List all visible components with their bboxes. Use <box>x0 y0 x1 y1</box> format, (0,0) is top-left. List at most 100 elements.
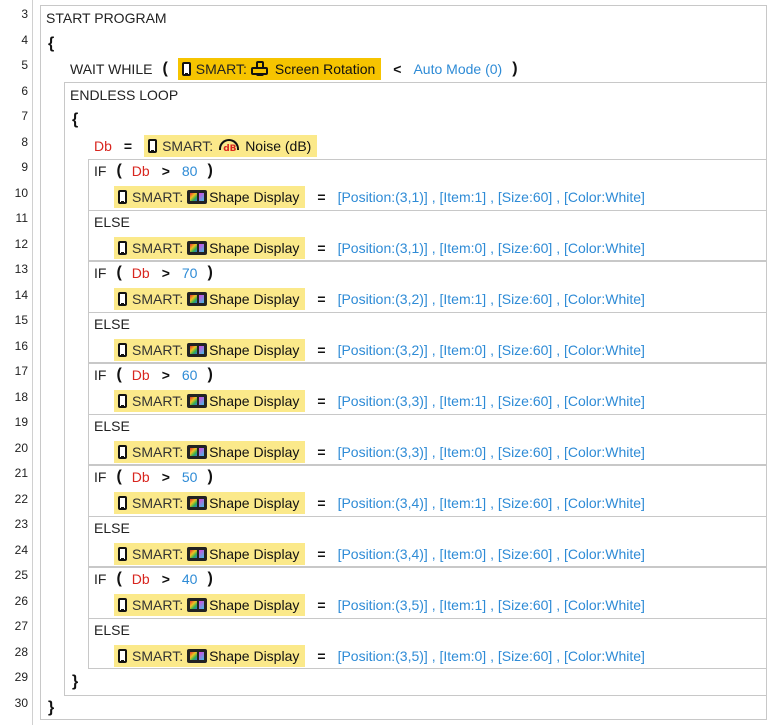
variable-db[interactable]: Db <box>132 469 150 485</box>
code-line[interactable]: SMART: Shape Display = [Position:(3,3)] , [… <box>114 439 645 465</box>
variable-db[interactable]: Db <box>132 265 150 281</box>
smart-shape-display-block[interactable]: SMART: Shape Display <box>114 287 306 310</box>
paren-close: ) <box>207 468 213 486</box>
shape-display-args[interactable]: [Position:(3,5)] , [Item:1] , [Size:60] … <box>338 597 645 613</box>
code-line[interactable]: START PROGRAM <box>46 5 167 31</box>
line-number: 24 <box>14 542 28 557</box>
loop-close-brace: } <box>72 672 79 690</box>
smart-label: SMART: <box>132 392 184 409</box>
greater-than-operator: > <box>161 265 170 282</box>
code-line[interactable]: SMART: Shape Display = [Position:(3,5)] , [… <box>114 643 645 669</box>
paren-close: ) <box>512 59 518 77</box>
smart-shape-display-block[interactable]: SMART: Shape Display <box>114 542 306 565</box>
paren-close: ) <box>207 570 213 588</box>
line-number: 13 <box>14 262 28 276</box>
screen-rotation-icon <box>250 60 269 77</box>
code-line[interactable]: SMART: Shape Display = [Position:(3,2)] , [… <box>114 337 645 363</box>
variable-db[interactable]: Db <box>132 367 150 383</box>
code-line[interactable]: SMART: Shape Display = [Position:(3,2)] , [… <box>114 286 645 312</box>
code-line[interactable]: Db = SMART: dB Noise (dB) <box>94 133 318 159</box>
function-name: Shape Display <box>209 290 300 307</box>
if-keyword: IF <box>94 265 107 282</box>
variable-db[interactable]: Db <box>132 163 150 179</box>
if-keyword: IF <box>94 469 107 486</box>
assign-operator: = <box>317 443 326 460</box>
code-line[interactable]: ELSE <box>94 618 130 644</box>
shape-display-args[interactable]: [Position:(3,3)] , [Item:1] , [Size:60] … <box>338 393 645 409</box>
shape-display-args[interactable]: [Position:(3,5)] , [Item:0] , [Size:60] … <box>338 648 645 664</box>
shape-display-args[interactable]: [Position:(3,3)] , [Item:0] , [Size:60] … <box>338 444 645 460</box>
smart-shape-display-block[interactable]: SMART: Shape Display <box>114 338 306 361</box>
line-number: 19 <box>14 415 28 429</box>
code-line[interactable]: ENDLESS LOOP <box>70 82 178 108</box>
line-number: 14 <box>14 287 28 302</box>
code-line[interactable]: SMART: Shape Display = [Position:(3,4)] , [… <box>114 490 645 516</box>
threshold-value[interactable]: 60 <box>182 367 198 383</box>
code-line[interactable]: } <box>72 669 78 695</box>
smart-screen-rotation-block[interactable]: SMART: Screen Rotation <box>177 57 382 80</box>
if-keyword: IF <box>94 367 107 384</box>
line-number: 18 <box>14 389 28 404</box>
paren-open: ( <box>116 162 122 180</box>
shape-display-args[interactable]: [Position:(3,2)] , [Item:1] , [Size:60] … <box>338 291 645 307</box>
paren-close: ) <box>207 162 213 180</box>
smart-noise-block[interactable]: SMART: dB Noise (dB) <box>144 134 318 157</box>
smart-shape-display-block[interactable]: SMART: Shape Display <box>114 236 306 259</box>
threshold-value[interactable]: 50 <box>182 469 198 485</box>
code-line[interactable]: { <box>48 31 54 57</box>
function-name: Shape Display <box>209 188 300 205</box>
function-name: Shape Display <box>209 341 300 358</box>
line-number: 6 <box>21 83 28 98</box>
assign-operator: = <box>317 188 326 205</box>
code-line[interactable]: IF (Db >80) <box>94 159 223 185</box>
shape-display-args[interactable]: [Position:(3,1)] , [Item:0] , [Size:60] … <box>338 240 645 256</box>
smart-shape-display-block[interactable]: SMART: Shape Display <box>114 185 306 208</box>
line-number: 29 <box>14 670 28 684</box>
smart-shape-display-block[interactable]: SMART: Shape Display <box>114 491 306 514</box>
paren-open: ( <box>116 468 122 486</box>
paren-open: ( <box>116 366 122 384</box>
code-line[interactable]: IF (Db >50) <box>94 465 223 491</box>
code-line[interactable]: { <box>72 107 78 133</box>
threshold-value[interactable]: 40 <box>182 571 198 587</box>
shape-display-icon <box>187 291 208 306</box>
code-line[interactable]: ELSE <box>94 210 130 236</box>
code-line[interactable]: SMART: Shape Display = [Position:(3,3)] , [… <box>114 388 645 414</box>
shape-display-args[interactable]: [Position:(3,1)] , [Item:1] , [Size:60] … <box>338 189 645 205</box>
code-line[interactable]: SMART: Shape Display = [Position:(3,5)] , [… <box>114 592 645 618</box>
shape-display-args[interactable]: [Position:(3,4)] , [Item:0] , [Size:60] … <box>338 546 645 562</box>
code-line[interactable]: WAIT WHILE ( SMART: Screen Rotation < Au… <box>70 56 528 82</box>
code-line[interactable]: ELSE <box>94 312 130 338</box>
open-brace: { <box>48 34 55 52</box>
line-number: 28 <box>14 644 28 659</box>
code-line[interactable]: SMART: Shape Display = [Position:(3,1)] , [… <box>114 235 645 261</box>
shape-display-args[interactable]: [Position:(3,2)] , [Item:0] , [Size:60] … <box>338 342 645 358</box>
code-line[interactable]: } <box>48 695 54 721</box>
auto-mode-value[interactable]: Auto Mode (0) <box>413 61 502 77</box>
variable-db[interactable]: Db <box>132 571 150 587</box>
function-name: Shape Display <box>209 239 300 256</box>
assign-operator: = <box>123 137 133 154</box>
smart-shape-display-block[interactable]: SMART: Shape Display <box>114 389 306 412</box>
code-line[interactable]: SMART: Shape Display = [Position:(3,1)] , [… <box>114 184 645 210</box>
code-line[interactable]: ELSE <box>94 414 130 440</box>
threshold-value[interactable]: 70 <box>182 265 198 281</box>
phone-icon <box>118 546 127 561</box>
smart-shape-display-block[interactable]: SMART: Shape Display <box>114 440 306 463</box>
variable-db[interactable]: Db <box>94 138 112 154</box>
threshold-value[interactable]: 80 <box>182 163 198 179</box>
else-keyword: ELSE <box>94 316 130 333</box>
shape-display-args[interactable]: [Position:(3,4)] , [Item:1] , [Size:60] … <box>338 495 645 511</box>
line-number: 27 <box>14 619 28 633</box>
assign-operator: = <box>317 290 326 307</box>
code-line[interactable]: SMART: Shape Display = [Position:(3,4)] , [… <box>114 541 645 567</box>
code-line[interactable]: IF (Db >40) <box>94 567 223 593</box>
code-line[interactable]: IF (Db >60) <box>94 363 223 389</box>
code-line[interactable]: IF (Db >70) <box>94 261 223 287</box>
wait-while-keyword: WAIT WHILE <box>70 60 153 77</box>
smart-shape-display-block[interactable]: SMART: Shape Display <box>114 593 306 616</box>
smart-shape-display-block[interactable]: SMART: Shape Display <box>114 644 306 667</box>
paren-open: ( <box>116 570 122 588</box>
code-line[interactable]: ELSE <box>94 516 130 542</box>
smart-label: SMART: <box>132 341 184 358</box>
